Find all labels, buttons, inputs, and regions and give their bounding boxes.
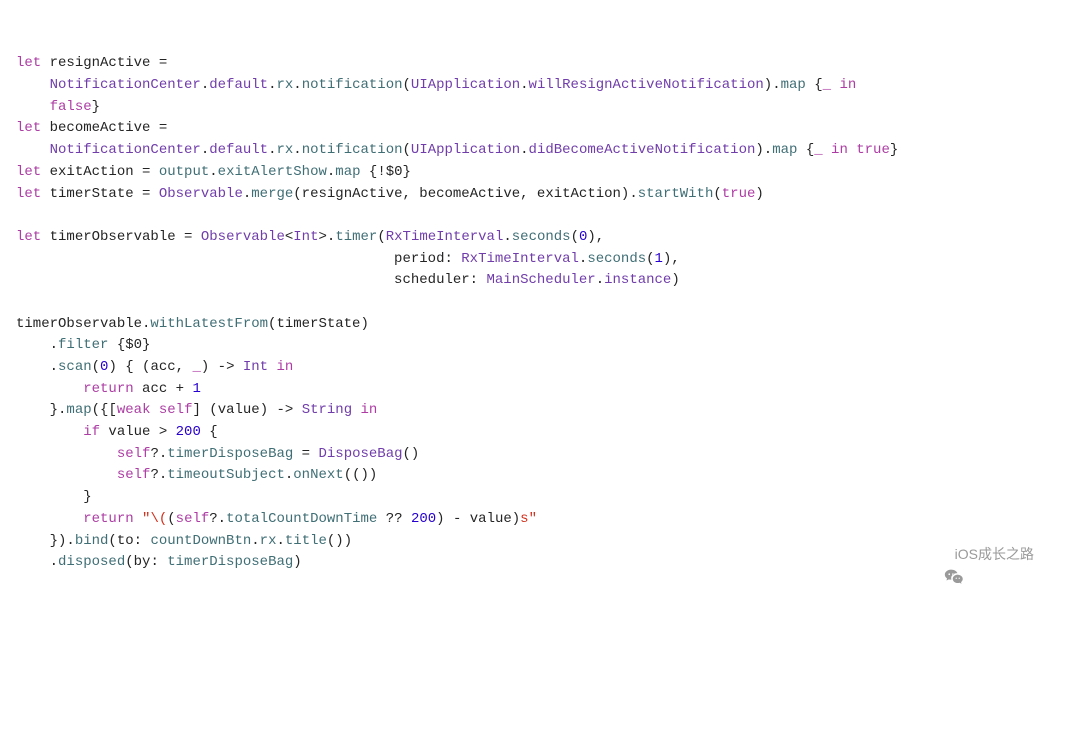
code-line: let exitAction = output.exitAlertShow.ma… bbox=[16, 164, 411, 180]
code-line: self?.timeoutSubject.onNext(()) bbox=[16, 467, 377, 483]
code-line: .filter {$0} bbox=[16, 337, 150, 353]
code-line: scheduler: MainScheduler.instance) bbox=[16, 272, 680, 288]
code-line: NotificationCenter.default.rx.notificati… bbox=[16, 77, 856, 93]
code-line: self?.timerDisposeBag = DisposeBag() bbox=[16, 446, 419, 462]
code-line: }.map({[weak self] (value) -> String in bbox=[16, 402, 377, 418]
code-line: if value > 200 { bbox=[16, 424, 218, 440]
code-line: .disposed(by: timerDisposeBag) bbox=[16, 554, 302, 570]
code-line: let timerState = Observable.merge(resign… bbox=[16, 186, 764, 202]
code-line: period: RxTimeInterval.seconds(1), bbox=[16, 251, 680, 267]
code-line: let becomeActive = bbox=[16, 120, 167, 136]
code-line: let resignActive = bbox=[16, 55, 167, 71]
code-line: return "\((self?.totalCountDownTime ?? 2… bbox=[16, 511, 537, 527]
code-line: NotificationCenter.default.rx.notificati… bbox=[16, 142, 898, 158]
code-line: false} bbox=[16, 99, 100, 115]
code-line: } bbox=[16, 489, 92, 505]
code-line: }).bind(to: countDownBtn.rx.title()) bbox=[16, 533, 352, 549]
code-line: let timerObservable = Observable<Int>.ti… bbox=[16, 229, 604, 245]
code-line: return acc + 1 bbox=[16, 381, 201, 397]
watermark: iOS成长之路 bbox=[929, 544, 1034, 566]
code-line: .scan(0) { (acc, _) -> Int in bbox=[16, 359, 293, 375]
watermark-text: iOS成长之路 bbox=[955, 544, 1034, 566]
code-line: timerObservable.withLatestFrom(timerStat… bbox=[16, 316, 369, 332]
code-block: let resignActive = NotificationCenter.de… bbox=[16, 32, 1064, 596]
wechat-icon bbox=[929, 547, 949, 563]
